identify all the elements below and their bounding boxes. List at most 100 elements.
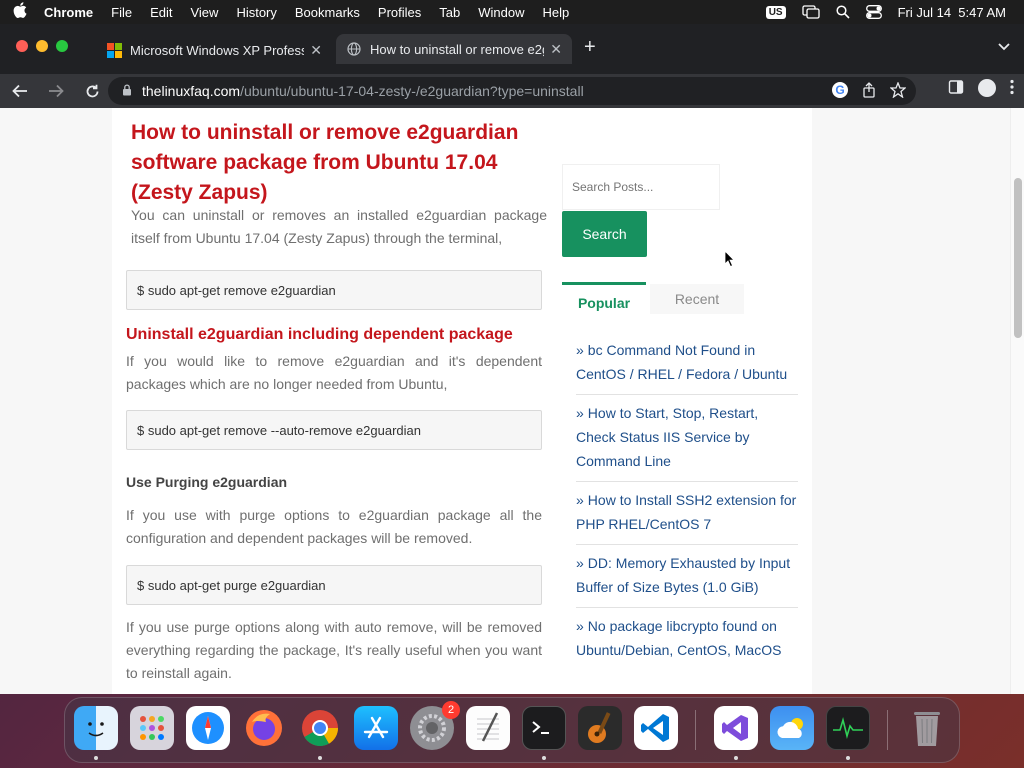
popular-post-link[interactable]: » How to Install SSH2 extension for PHP R… <box>576 482 798 545</box>
screen-mirroring-icon[interactable] <box>801 5 820 19</box>
profile-avatar-icon[interactable] <box>978 79 996 97</box>
textedit-icon[interactable] <box>466 706 510 750</box>
code-block-purge[interactable]: $ sudo apt-get purge e2guardian <box>126 565 542 605</box>
firefox-icon[interactable] <box>242 706 286 750</box>
apple-menu-icon[interactable] <box>0 2 40 22</box>
purge-paragraph: If you use with purge options to e2guard… <box>126 507 542 546</box>
bullet-icon: » <box>576 342 584 358</box>
menu-view[interactable]: View <box>181 5 227 20</box>
back-arrow-icon[interactable] <box>4 77 36 105</box>
menu-file[interactable]: File <box>102 5 141 20</box>
app-store-icon[interactable] <box>354 706 398 750</box>
tab-popular[interactable]: Popular <box>562 282 646 320</box>
vscode-icon[interactable] <box>634 706 678 750</box>
lock-icon[interactable] <box>122 83 132 99</box>
popular-post-link[interactable]: » No package libcrypto found on Ubuntu/De… <box>576 608 798 670</box>
tab-title: Microsoft Windows XP Professional <box>130 42 305 58</box>
browser-toolbar: thelinuxfaq.com/ubuntu/ubuntu-17-04-zest… <box>0 74 1024 108</box>
dock-separator <box>887 710 888 750</box>
bullet-icon: » <box>576 405 584 421</box>
weather-icon[interactable] <box>770 706 814 750</box>
side-panel-icon[interactable] <box>948 79 964 99</box>
forward-arrow-icon[interactable] <box>40 77 72 105</box>
tab-strip: Microsoft Windows XP Professional ✕ How … <box>0 24 1024 74</box>
globe-icon <box>346 41 362 57</box>
dependent-heading: Uninstall e2guardian including dependent… <box>126 326 513 343</box>
popular-post-link[interactable]: » DD: Memory Exhausted by Input Buffer of… <box>576 545 798 608</box>
windows-logo-icon <box>106 42 122 58</box>
running-indicator <box>542 756 546 760</box>
visual-studio-icon[interactable] <box>714 706 758 750</box>
bullet-icon: » <box>576 555 584 571</box>
popular-post-link[interactable]: » How to Start, Stop, Restart, Check Stat… <box>576 395 798 482</box>
trash-icon[interactable] <box>905 706 949 750</box>
input-source-icon[interactable]: US <box>765 5 786 19</box>
url-path: /ubuntu/ubuntu-17-04-zesty-/e2guardian?t… <box>240 83 584 99</box>
share-icon[interactable] <box>862 82 876 101</box>
close-tab-icon[interactable]: ✕ <box>310 42 322 59</box>
tab-windows-xp[interactable]: Microsoft Windows XP Professional ✕ <box>96 36 332 64</box>
minimize-window-button[interactable] <box>36 40 48 52</box>
safari-icon[interactable] <box>186 706 230 750</box>
url-host: thelinuxfaq.com <box>142 83 241 99</box>
dock: 2 <box>64 697 960 763</box>
popular-post-title: How to Start, Stop, Restart, Check Statu… <box>576 405 759 469</box>
menu-tab[interactable]: Tab <box>430 5 469 20</box>
code-text: $ sudo apt-get remove --auto-remove e2gu… <box>137 422 421 438</box>
menu-clock[interactable]: Fri Jul 14 5:47 AM <box>898 5 1006 20</box>
code-block-remove[interactable]: $ sudo apt-get remove e2guardian <box>126 270 542 310</box>
running-indicator <box>318 756 322 760</box>
popular-posts-list: » bc Command Not Found in CentOS / RHEL /… <box>562 320 808 670</box>
chrome-icon[interactable] <box>298 706 342 750</box>
menu-bar: Chrome File Edit View History Bookmarks … <box>0 0 1024 24</box>
menu-help[interactable]: Help <box>534 5 579 20</box>
page-scrollbar[interactable] <box>1010 108 1024 694</box>
close-window-button[interactable] <box>16 40 28 52</box>
zoom-window-button[interactable] <box>56 40 68 52</box>
popular-post-title: DD: Memory Exhausted by Input Buffer of … <box>576 555 791 595</box>
terminal-icon[interactable] <box>522 706 566 750</box>
intro-paragraph: You can uninstall or removes an installe… <box>131 207 547 246</box>
spotlight-search-icon[interactable] <box>836 5 850 19</box>
address-bar[interactable]: thelinuxfaq.com/ubuntu/ubuntu-17-04-zest… <box>108 77 916 105</box>
garageband-icon[interactable] <box>578 706 622 750</box>
bookmark-star-icon[interactable] <box>889 81 907 101</box>
menu-profiles[interactable]: Profiles <box>369 5 430 20</box>
menu-bookmarks[interactable]: Bookmarks <box>286 5 369 20</box>
more-menu-icon[interactable] <box>1010 79 1014 99</box>
bullet-icon: » <box>576 618 584 634</box>
reload-icon[interactable] <box>76 77 108 105</box>
dependent-paragraph: If you would like to remove e2guardian a… <box>126 353 542 392</box>
input-source-label: US <box>765 5 786 19</box>
scrollbar-thumb[interactable] <box>1014 178 1022 338</box>
popular-post-link[interactable]: » bc Command Not Found in CentOS / RHEL /… <box>576 332 798 395</box>
system-settings-icon[interactable]: 2 <box>410 701 460 750</box>
google-lens-icon[interactable]: G <box>832 82 848 98</box>
new-tab-icon[interactable]: + <box>584 37 596 57</box>
code-text: $ sudo apt-get remove e2guardian <box>137 282 336 298</box>
menu-app-name[interactable]: Chrome <box>40 5 102 20</box>
menu-edit[interactable]: Edit <box>141 5 181 20</box>
dock-separator <box>695 710 696 750</box>
control-center-icon[interactable] <box>865 5 882 19</box>
tab-recent[interactable]: Recent <box>650 284 744 314</box>
menu-history[interactable]: History <box>227 5 285 20</box>
search-posts-input[interactable] <box>562 164 720 210</box>
launchpad-icon[interactable] <box>130 706 174 750</box>
close-tab-icon[interactable]: ✕ <box>550 41 562 58</box>
purge-heading: Use Purging e2guardian <box>126 474 288 490</box>
tab-e2guardian[interactable]: How to uninstall or remove e2guardian ✕ <box>336 34 572 64</box>
article-title: How to uninstall or remove e2guardian so… <box>131 121 519 204</box>
code-block-autoremove[interactable]: $ sudo apt-get remove --auto-remove e2gu… <box>126 410 542 450</box>
running-indicator <box>846 756 850 760</box>
finder-icon[interactable] <box>74 706 118 750</box>
tab-search-chevron-icon[interactable] <box>998 40 1010 54</box>
running-indicator <box>94 756 98 760</box>
menu-window[interactable]: Window <box>469 5 533 20</box>
bullet-icon: » <box>576 492 584 508</box>
search-button[interactable]: Search <box>562 211 647 257</box>
activity-monitor-icon[interactable] <box>826 706 870 750</box>
popular-post-title: How to Install SSH2 extension for PHP RH… <box>576 492 797 532</box>
web-page: How to uninstall or remove e2guardian so… <box>0 108 1024 694</box>
browser-window: Microsoft Windows XP Professional ✕ How … <box>0 24 1024 694</box>
